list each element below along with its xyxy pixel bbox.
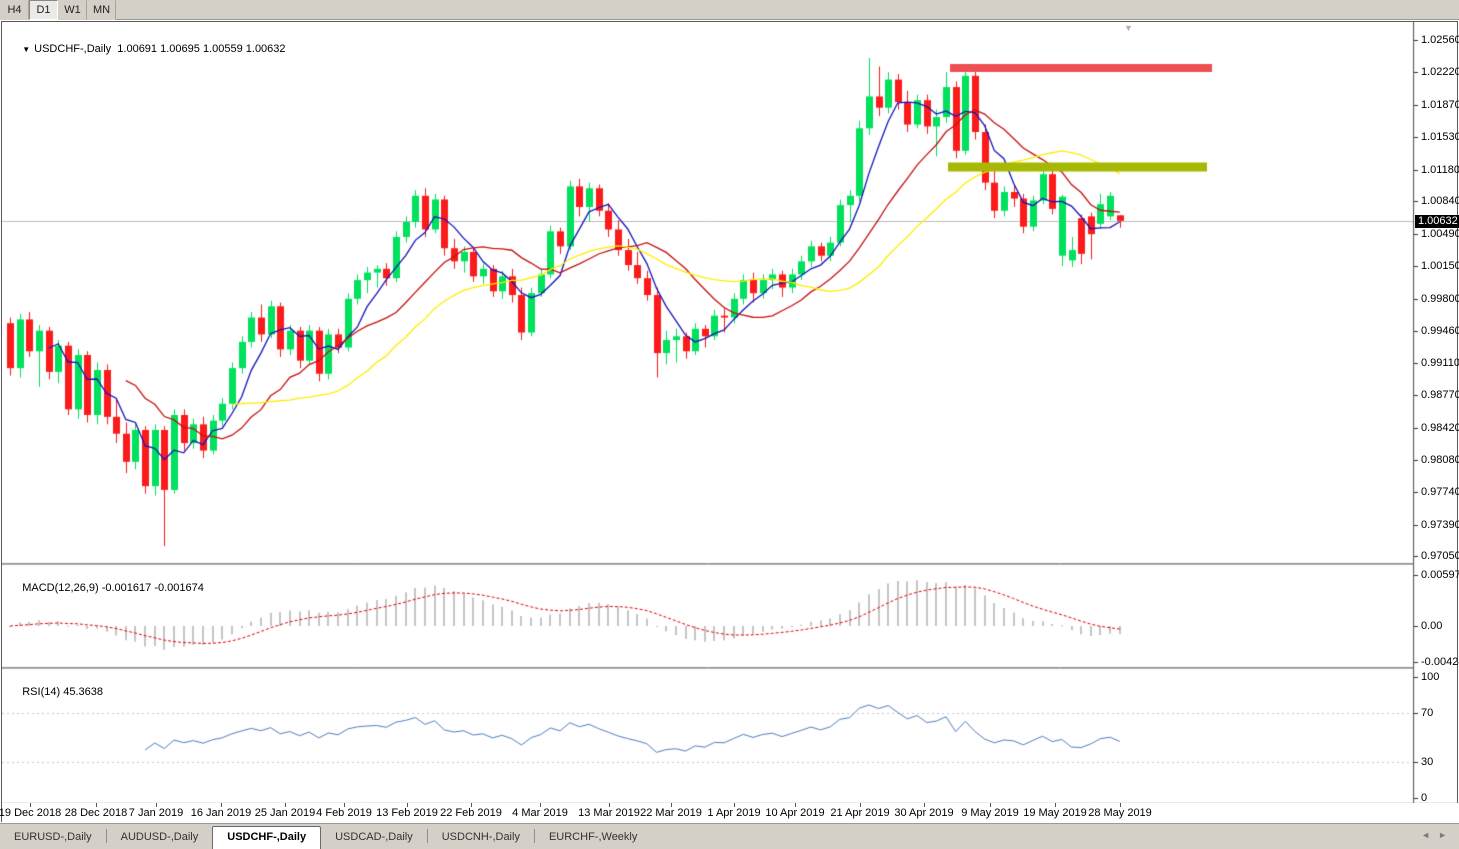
rsi-name: RSI(14): [22, 686, 60, 698]
ohlc-close: 1.00632: [246, 43, 286, 55]
ohlc-open: 1.00691: [117, 43, 157, 55]
date-axis-label: 9 May 2019: [961, 807, 1018, 819]
price-axis-label: 0.99110: [1421, 357, 1459, 369]
chart-shift-marker-icon[interactable]: ▼: [1124, 23, 1133, 33]
chart-tab-usdcnh[interactable]: USDCNH-,Daily: [428, 827, 534, 848]
timeframe-button-d1[interactable]: D1: [29, 0, 58, 20]
timeframe-button-mn[interactable]: MN: [87, 0, 116, 20]
chart-tab-eurusd[interactable]: EURUSD-,Daily: [0, 827, 106, 848]
date-axis-label: 22 Feb 2019: [440, 807, 502, 819]
date-axis-label: 13 Feb 2019: [376, 807, 438, 819]
macd-axis-label: 0.00: [1421, 620, 1459, 632]
chart-symbol-period: USDCHF-,Daily: [34, 43, 111, 55]
date-axis-label: 1 Apr 2019: [707, 807, 760, 819]
symbol-dropdown-icon[interactable]: ▼: [22, 45, 30, 54]
price-axis-label: 1.01870: [1421, 99, 1459, 111]
date-axis-label: 30 Apr 2019: [894, 807, 953, 819]
chart-tab-usdchf[interactable]: USDCHF-,Daily: [212, 826, 321, 849]
price-axis-label: 1.01530: [1421, 131, 1459, 143]
price-axis-label: 0.98770: [1421, 389, 1459, 401]
price-axis-label: 1.02220: [1421, 66, 1459, 78]
macd-axis-label: -0.00424: [1421, 656, 1459, 668]
date-axis-label: 19 Dec 2018: [0, 807, 61, 819]
macd-indicator-label: MACD(12,26,9) -0.001617 -0.001674: [10, 570, 204, 606]
price-axis-label: 1.00150: [1421, 260, 1459, 272]
price-axis-label: 0.99460: [1421, 325, 1459, 337]
macd-name: MACD(12,26,9): [22, 582, 98, 594]
timeframe-button-w1[interactable]: W1: [58, 0, 87, 20]
macd-axis-label: 0.00597: [1421, 569, 1459, 581]
ohlc-high: 1.00695: [160, 43, 200, 55]
tab-scroll-buttons: ◄►: [1421, 830, 1455, 840]
chart-title: ▼ USDCHF-,Daily 1.00691 1.00695 1.00559 1…: [10, 31, 286, 67]
chart-tab-audusd[interactable]: AUDUSD-,Daily: [107, 827, 213, 848]
price-axis-label: 1.00840: [1421, 195, 1459, 207]
tab-scroll-right-icon[interactable]: ►: [1438, 830, 1455, 840]
price-axis-label: 1.01180: [1421, 164, 1459, 176]
date-axis-label: 21 Apr 2019: [830, 807, 889, 819]
chart-tab-usdcad[interactable]: USDCAD-,Daily: [321, 827, 427, 848]
date-axis-label: 13 Mar 2019: [578, 807, 640, 819]
rsi-indicator-label: RSI(14) 45.3638: [10, 674, 103, 710]
date-axis-label: 25 Jan 2019: [255, 807, 316, 819]
mt4-terminal: { "toolbar":{ "buttons":[ {"label":"H4",…: [0, 0, 1459, 849]
price-axis-label: 0.97740: [1421, 486, 1459, 498]
price-axis-label: 0.98080: [1421, 454, 1459, 466]
rsi-value: 45.3638: [63, 686, 103, 698]
macd-signal-value: -0.001674: [154, 582, 204, 594]
price-axis-label: 0.97050: [1421, 550, 1459, 562]
date-axis[interactable]: 19 Dec 2018 28 Dec 20187 Jan 2019 16 Jan 2…: [2, 803, 1459, 823]
timeframe-toolbar: H4D1W1MN: [0, 0, 1459, 20]
price-chart-canvas[interactable]: [2, 22, 1459, 821]
date-axis-label: 10 Apr 2019: [765, 807, 824, 819]
ohlc-low: 1.00559: [203, 43, 243, 55]
date-axis-label: 4 Mar 2019: [512, 807, 568, 819]
tab-scroll-left-icon[interactable]: ◄: [1421, 830, 1438, 840]
date-axis-label: 22 Mar 2019: [640, 807, 702, 819]
chart-tab-eurchf[interactable]: EURCHF-,Weekly: [535, 827, 651, 848]
rsi-axis-label: 30: [1421, 756, 1459, 768]
date-axis-label: 19 May 2019: [1023, 807, 1087, 819]
chart-window: ▼ USDCHF-,Daily 1.00691 1.00695 1.00559 1…: [1, 21, 1458, 822]
price-axis-label: 1.00490: [1421, 228, 1459, 240]
current-bid-price-badge: 1.00632: [1415, 215, 1459, 228]
rsi-axis-label: 100: [1421, 671, 1459, 683]
date-axis-label: 16 Jan 2019: [191, 807, 252, 819]
price-axis-label: 0.98420: [1421, 422, 1459, 434]
date-axis-label: 7 Jan 2019: [129, 807, 183, 819]
date-axis-label: 4 Feb 2019: [316, 807, 372, 819]
price-axis-label: 0.99800: [1421, 293, 1459, 305]
timeframe-button-h4[interactable]: H4: [0, 0, 29, 20]
price-axis-label: 1.02560: [1421, 34, 1459, 46]
chart-tab-bar: EURUSD-,DailyAUDUSD-,DailyUSDCHF-,DailyU…: [0, 823, 1459, 849]
date-axis-label: 28 May 2019: [1088, 807, 1152, 819]
macd-main-value: -0.001617: [102, 582, 152, 594]
date-axis-label: 28 Dec 2018: [65, 807, 127, 819]
price-axis-label: 0.97390: [1421, 519, 1459, 531]
rsi-axis-label: 70: [1421, 707, 1459, 719]
